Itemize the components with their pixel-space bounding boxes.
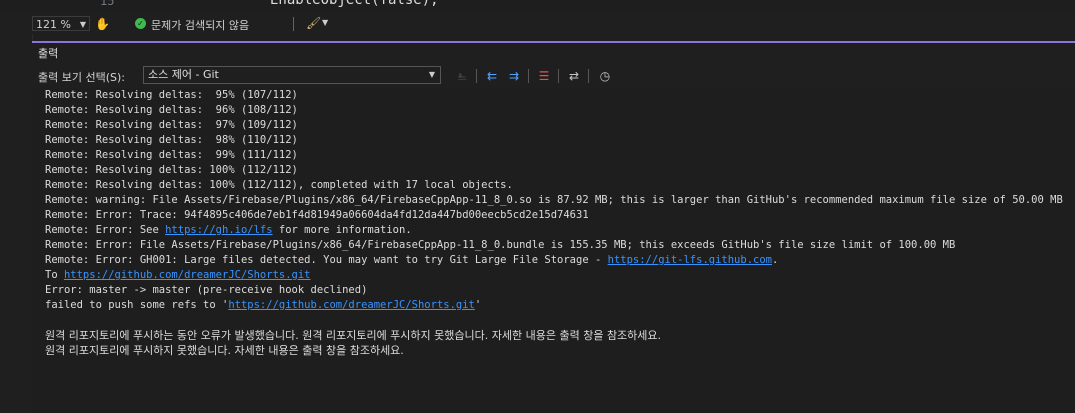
output-line: Remote: Resolving deltas: 96% (108/112): [45, 104, 298, 116]
output-line: 원격 리포지토리에 푸시하는 동안 오류가 발생했습니다. 원격 리포지토리에 …: [45, 329, 662, 342]
output-panel: 출력 출력 보기 선택(S): 소스 제어 - Git ▼ ⎁ ⇇ ⇉ ☰ ⇄ …: [32, 43, 1075, 413]
output-line: Remote: Resolving deltas: 99% (111/112): [45, 149, 298, 161]
repo-link[interactable]: https://github.com/dreamerJC/Shorts.git: [64, 269, 311, 281]
code-editor-remnant[interactable]: 15 EnableObject(false);: [0, 0, 1075, 14]
word-wrap-icon[interactable]: ⇄: [566, 68, 582, 84]
panel-title: 출력: [38, 47, 59, 60]
divider: [476, 69, 477, 83]
output-line: Remote: Error: Trace: 94f4895c406de7eb1f…: [45, 209, 589, 221]
line-text: for more information.: [272, 224, 412, 236]
left-gutter: [0, 34, 33, 413]
output-line: Remote: Error: File Assets/Firebase/Plug…: [45, 239, 956, 251]
zoom-dropdown[interactable]: 121 % ▼: [32, 16, 90, 31]
code-cleanup-icon[interactable]: 🖌: [306, 16, 321, 30]
divider: [293, 17, 294, 31]
copilot-icon[interactable]: ✋: [95, 17, 110, 31]
line-number: 15: [100, 0, 115, 8]
output-line: Remote: Resolving deltas: 100% (112/112): [45, 164, 298, 176]
previous-message-icon[interactable]: ⇇: [484, 68, 500, 84]
go-to-source-icon[interactable]: ⎁: [454, 68, 470, 84]
zoom-value: 121 %: [36, 18, 71, 31]
line-text: Remote: Error: See: [45, 224, 166, 236]
chevron-down-icon[interactable]: ▼: [322, 18, 328, 27]
output-line: Remote: Resolving deltas: 95% (107/112): [45, 89, 298, 101]
output-line: Error: master -> master (pre-receive hoo…: [45, 284, 368, 296]
output-toolbar: 출력 보기 선택(S): 소스 제어 - Git ▼ ⎁ ⇇ ⇉ ☰ ⇄ ◷: [32, 65, 1075, 87]
check-circle-icon: ✓: [135, 18, 146, 29]
output-line: 원격 리포지토리에 푸시하지 못했습니다. 자세한 내용은 출력 창을 참조하세…: [45, 344, 404, 357]
chevron-down-icon: ▼: [79, 20, 86, 29]
repo-link[interactable]: https://github.com/dreamerJC/Shorts.git: [228, 299, 475, 311]
line-text: failed to push some refs to ': [45, 299, 229, 311]
divider: [558, 69, 559, 83]
output-line: Remote: Resolving deltas: 97% (109/112): [45, 119, 298, 131]
chevron-down-icon: ▼: [428, 70, 435, 79]
output-line: failed to push some refs to 'https://git…: [45, 298, 481, 313]
divider: [588, 69, 589, 83]
output-line: Remote: Resolving deltas: 100% (112/112)…: [45, 179, 513, 191]
output-line: Remote: Error: GH001: Large files detect…: [45, 253, 778, 268]
line-text: ': [474, 299, 482, 311]
output-line: Remote: warning: File Assets/Firebase/Pl…: [45, 194, 1063, 206]
line-text: To: [45, 269, 64, 281]
clock-icon[interactable]: ◷: [597, 68, 613, 84]
clear-all-icon[interactable]: ☰: [536, 68, 552, 84]
code-line[interactable]: EnableObject(false);: [270, 0, 439, 8]
output-text-area[interactable]: Remote: Resolving deltas: 95% (107/112) …: [32, 88, 1075, 413]
output-line: To https://github.com/dreamerJC/Shorts.g…: [45, 268, 311, 283]
issues-status[interactable]: 문제가 검색되지 않음: [151, 17, 249, 33]
output-source-select[interactable]: 소스 제어 - Git ▼: [143, 66, 441, 84]
line-text: .: [772, 254, 779, 266]
lfs-link[interactable]: https://gh.io/lfs: [165, 224, 272, 236]
visual-studio-window: 15 EnableObject(false); 121 % ▼ ✋ ✓ 문제가 …: [0, 0, 1075, 413]
output-line: Remote: Error: See https://gh.io/lfs for…: [45, 223, 412, 238]
next-message-icon[interactable]: ⇉: [506, 68, 522, 84]
source-value: 소스 제어 - Git: [148, 68, 219, 81]
line-text: Remote: Error: GH001: Large files detect…: [45, 254, 608, 266]
divider: [528, 69, 529, 83]
editor-gutter: [0, 0, 32, 14]
git-lfs-link[interactable]: https://git-lfs.github.com: [608, 254, 772, 266]
source-label: 출력 보기 선택(S):: [38, 71, 125, 84]
output-line: Remote: Resolving deltas: 98% (110/112): [45, 134, 298, 146]
editor-status-bar: 121 % ▼ ✋ ✓ 문제가 검색되지 않음 🖌 ▼: [0, 14, 1075, 34]
